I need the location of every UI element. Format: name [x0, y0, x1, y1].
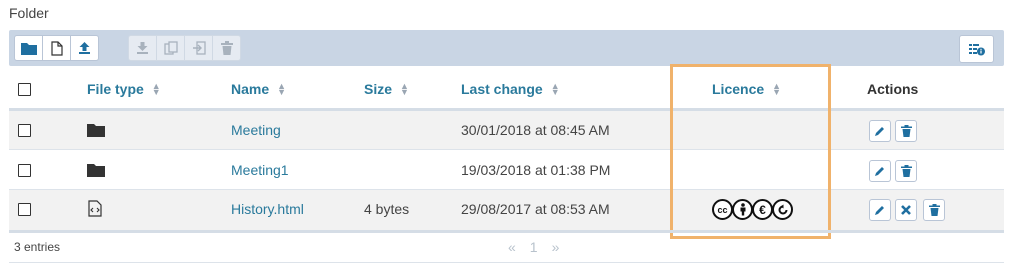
- delete-button[interactable]: [895, 160, 917, 182]
- delete-button[interactable]: [923, 199, 945, 221]
- file-name-link[interactable]: Meeting: [231, 122, 281, 138]
- trash-icon: [220, 41, 233, 55]
- new-file-icon: [50, 40, 63, 56]
- move-icon: [192, 41, 206, 55]
- file-size: 4 bytes: [364, 201, 410, 217]
- sort-icon: ▲ ▼: [400, 81, 409, 97]
- sort-icon: ▲ ▼: [151, 81, 161, 97]
- table-row: Meeting 30/01/2018 at 08:45 AM: [9, 111, 1004, 150]
- folder-icon: [20, 42, 37, 55]
- column-actions: Actions: [867, 81, 918, 97]
- edit-icon: [875, 127, 884, 136]
- cc-licence-badge[interactable]: cc €: [712, 199, 793, 220]
- row-checkbox[interactable]: [18, 124, 31, 137]
- edit-icon: [875, 206, 884, 215]
- table-row: Meeting1 19/03/2018 at 01:38 PM: [9, 151, 1004, 190]
- last-change: 29/08/2017 at 08:53 AM: [461, 201, 610, 217]
- copy-button[interactable]: [156, 35, 185, 61]
- table-footer-divider: [9, 230, 1004, 233]
- column-licence-label: Licence: [712, 81, 765, 97]
- html-file-icon: [88, 200, 102, 222]
- column-last-change-label: Last change: [461, 81, 543, 97]
- edit-button[interactable]: [869, 160, 891, 182]
- prev-page-button[interactable]: «: [508, 239, 516, 255]
- sort-icon: ▲ ▼: [550, 81, 560, 97]
- folder-icon: [87, 123, 105, 142]
- sort-icon: ▲ ▼: [277, 81, 287, 97]
- new-folder-button[interactable]: [14, 35, 43, 61]
- download-button[interactable]: [128, 35, 157, 61]
- toolbar: [9, 30, 1004, 66]
- select-all-checkbox[interactable]: [18, 83, 31, 96]
- remove-licence-button[interactable]: [895, 199, 917, 221]
- column-size-label: Size: [364, 81, 393, 97]
- file-name-link[interactable]: History.html: [231, 201, 304, 217]
- column-licence[interactable]: Licence ▲ ▼: [712, 81, 781, 97]
- last-change: 19/03/2018 at 01:38 PM: [461, 162, 611, 178]
- row-checkbox[interactable]: [18, 203, 31, 216]
- sort-icon: ▲ ▼: [772, 81, 782, 97]
- table-row: History.html 4 bytes 29/08/2017 at 08:53…: [9, 190, 1004, 230]
- move-button[interactable]: [184, 35, 213, 61]
- table-header: File type ▲ ▼ Name ▲ ▼ Size ▲ ▼ Last change…: [9, 66, 1004, 111]
- pagination: « 1 »: [508, 239, 559, 255]
- edit-icon: [875, 167, 884, 176]
- close-icon: [901, 205, 911, 215]
- copy-icon: [163, 41, 178, 55]
- trash-icon: [900, 165, 912, 177]
- attribution-icon: [732, 199, 753, 220]
- delete-button[interactable]: [895, 120, 917, 142]
- cc-icon: cc: [712, 199, 733, 220]
- folder-title: Folder: [9, 5, 49, 21]
- footer-bottom-divider: [9, 262, 1004, 263]
- trash-icon: [900, 125, 912, 137]
- edit-button[interactable]: [869, 120, 891, 142]
- page-number[interactable]: 1: [530, 239, 538, 255]
- details-view-button[interactable]: [959, 35, 994, 63]
- non-commercial-icon: €: [752, 199, 773, 220]
- delete-button[interactable]: [212, 35, 241, 61]
- column-file-type-label: File type: [87, 81, 144, 97]
- column-name[interactable]: Name ▲ ▼: [231, 81, 286, 97]
- trash-icon: [928, 204, 940, 216]
- folder-icon: [87, 163, 105, 182]
- new-file-button[interactable]: [42, 35, 71, 61]
- edit-button[interactable]: [869, 199, 891, 221]
- row-checkbox[interactable]: [18, 164, 31, 177]
- toolbar-disabled-actions: [128, 35, 241, 61]
- column-file-type[interactable]: File type ▲ ▼: [87, 81, 161, 97]
- column-size[interactable]: Size ▲ ▼: [364, 81, 409, 97]
- details-view-icon: [968, 43, 985, 55]
- column-name-label: Name: [231, 81, 270, 97]
- download-icon: [137, 42, 148, 54]
- share-alike-icon: [772, 199, 793, 220]
- file-name-link[interactable]: Meeting1: [231, 162, 289, 178]
- toolbar-actions: [14, 35, 99, 61]
- last-change: 30/01/2018 at 08:45 AM: [461, 122, 610, 138]
- next-page-button[interactable]: »: [552, 239, 560, 255]
- upload-icon: [79, 42, 90, 54]
- column-last-change[interactable]: Last change ▲ ▼: [461, 81, 560, 97]
- column-actions-label: Actions: [867, 81, 919, 97]
- upload-button[interactable]: [70, 35, 99, 61]
- entries-count: 3 entries: [14, 240, 61, 254]
